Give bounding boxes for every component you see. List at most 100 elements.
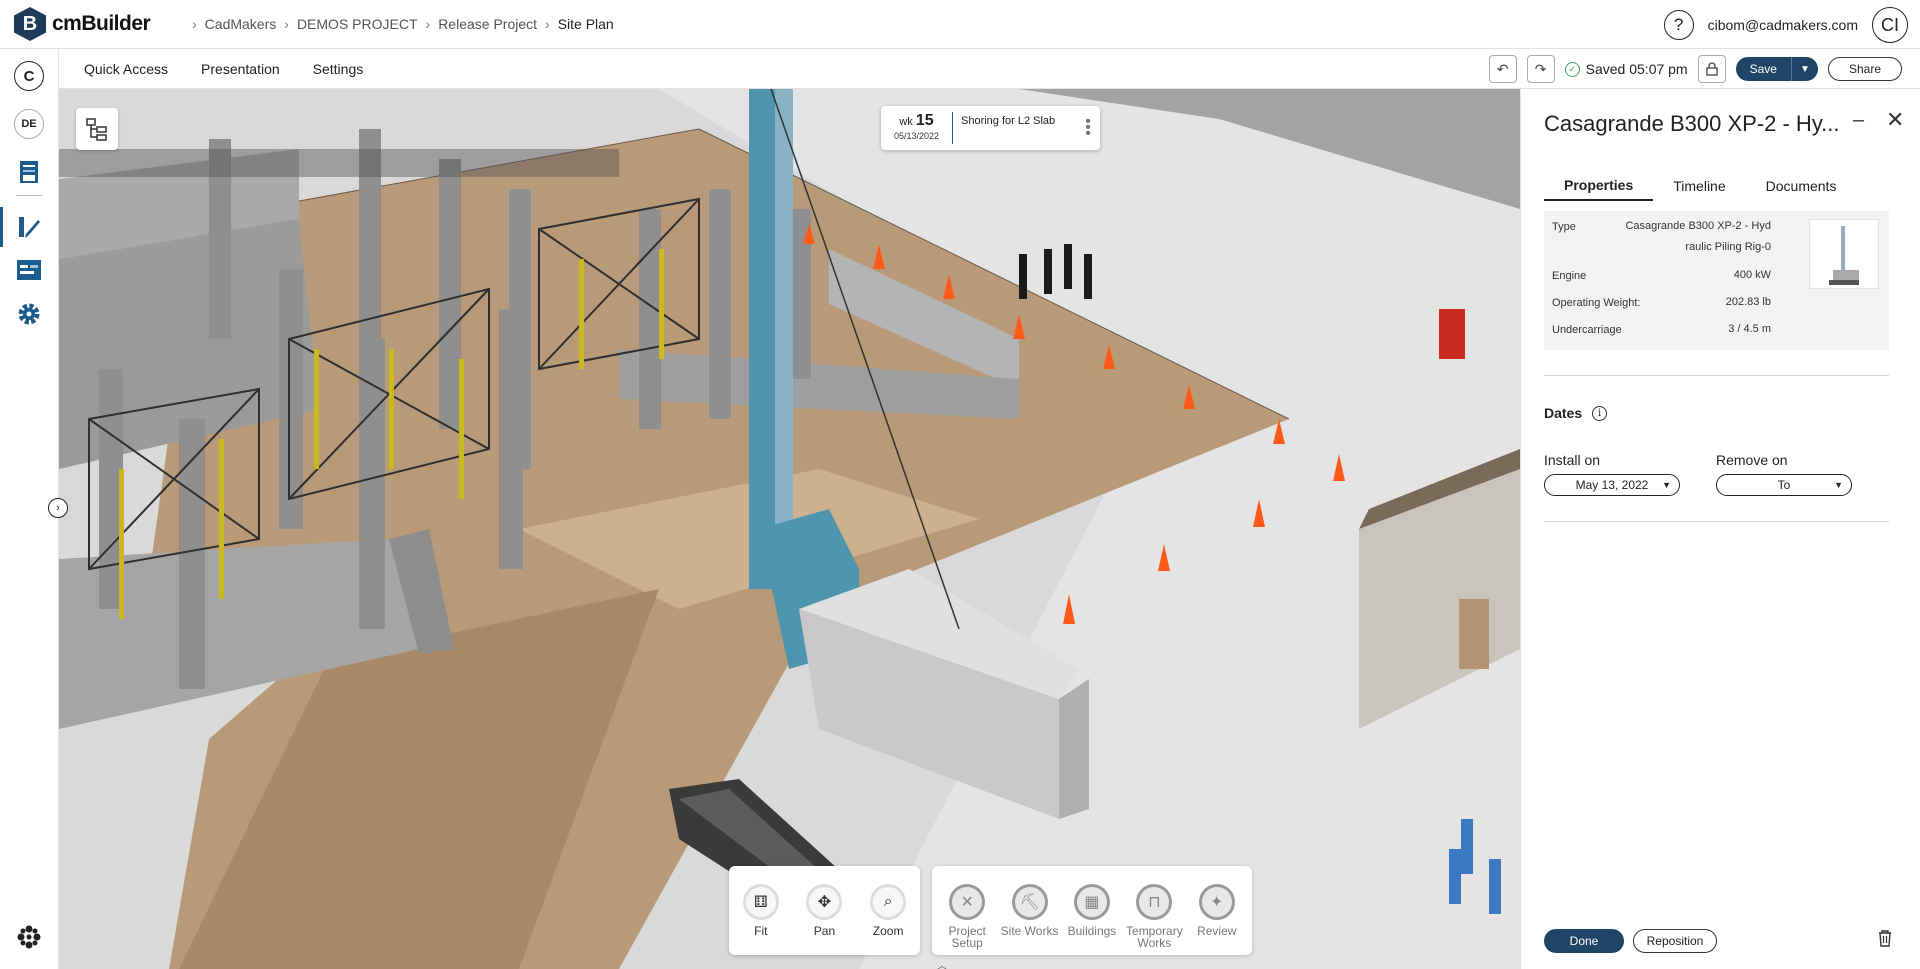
save-button-label[interactable]: Save	[1736, 57, 1792, 81]
activity-title: Shoring for L2 Slab	[961, 115, 1056, 127]
project-setup-tool[interactable]: ✕ Project Setup	[937, 884, 997, 955]
equipment-thumbnail	[1809, 219, 1879, 289]
help-icon[interactable]: ?	[1663, 10, 1694, 40]
share-button[interactable]: Share	[1827, 57, 1902, 81]
check-icon: ✓	[1564, 61, 1580, 77]
app-logo[interactable]: B cmBuilder	[14, 7, 164, 41]
remove-on-value: To	[1777, 478, 1791, 492]
chevron-right-icon[interactable]: ›	[48, 498, 68, 518]
tab-documents[interactable]: Documents	[1746, 171, 1857, 201]
breadcrumb-current: Site Plan	[557, 16, 614, 32]
3d-viewport[interactable]: wk 15 05/13/2022 Shoring for L2 Slab • • •…	[59, 89, 1520, 969]
project-badge-icon[interactable]: DE	[14, 109, 44, 139]
divider	[1544, 375, 1889, 376]
site-works-label: Site Works	[1000, 924, 1059, 938]
install-on-select[interactable]: May 13, 2022 ▼	[1544, 474, 1680, 496]
week-number: 15	[915, 112, 934, 129]
properties-panel: Casagrande B300 XP-2 - Hy... – ✕ Propert…	[1520, 89, 1920, 969]
site-works-tool[interactable]: ⛏ Site Works	[1000, 884, 1060, 955]
site-plan-icon[interactable]	[14, 212, 44, 242]
done-button[interactable]: Done	[1544, 929, 1624, 953]
dates-heading-text: Dates	[1544, 405, 1583, 421]
gear-icon[interactable]	[14, 299, 44, 329]
breadcrumb-item[interactable]: CadMakers	[205, 16, 277, 32]
avatar[interactable]: CI	[1872, 7, 1908, 43]
caret-down-icon: ▼	[1662, 480, 1671, 490]
document-icon[interactable]	[14, 157, 44, 187]
tab-timeline[interactable]: Timeline	[1653, 171, 1745, 201]
top-bar: B cmBuilder › CadMakers › DEMOS PROJECT …	[0, 0, 1920, 49]
pan-icon[interactable]: ✥	[806, 884, 843, 920]
review-tool[interactable]: ✦ Review	[1187, 884, 1247, 955]
type-value: Casagrande B300 XP-2 - Hyd raulic Piling…	[1625, 216, 1771, 258]
zoom-label: Zoom	[872, 924, 904, 938]
logo-badge: B	[14, 7, 46, 41]
more-vertical-icon[interactable]: • • •	[1082, 114, 1094, 142]
chevron-right-icon: ›	[545, 16, 550, 32]
tree-view-button[interactable]	[76, 108, 118, 150]
divider	[1544, 521, 1889, 522]
close-icon[interactable]: ✕	[1886, 107, 1904, 133]
apps-grid-icon[interactable]	[14, 922, 44, 952]
save-button[interactable]: Save ▼	[1735, 57, 1818, 81]
undercarriage-value: 3 / 4.5 m	[1728, 323, 1771, 335]
secondary-toolbar: Quick Access Presentation Settings ↶ ↷ ✓…	[59, 49, 1920, 89]
project-setup-label: Project Setup	[948, 924, 986, 950]
engine-label: Engine	[1552, 270, 1587, 282]
install-on-label: Install on	[1544, 452, 1601, 468]
redo-icon[interactable]: ↷	[1526, 55, 1555, 83]
chevron-right-icon: ›	[284, 16, 289, 32]
type-label: Type	[1552, 221, 1576, 233]
building-icon[interactable]: ▦	[1073, 884, 1110, 920]
menu-settings[interactable]: Settings	[313, 61, 364, 77]
lock-icon[interactable]	[1697, 55, 1726, 83]
tools-icon[interactable]: ✕	[949, 884, 986, 920]
user-area: ? cibom@cadmakers.com CI	[1663, 7, 1908, 43]
properties-table: Type Casagrande B300 XP-2 - Hyd raulic P…	[1544, 211, 1889, 350]
chevron-down-icon[interactable]: ▼	[1792, 57, 1818, 81]
fit-tool[interactable]: ⚅ Fit	[731, 884, 791, 955]
zoom-tool[interactable]: ⌕ Zoom	[858, 884, 918, 955]
minimize-icon[interactable]: –	[1853, 109, 1864, 132]
breadcrumb: › CadMakers › DEMOS PROJECT › Release Pr…	[184, 16, 614, 32]
crane-icon[interactable]: ⊓	[1136, 884, 1173, 920]
save-status-text: Saved 05:07 pm	[1585, 61, 1688, 77]
temporary-works-tool[interactable]: ⊓ Temporary Works	[1124, 884, 1184, 955]
week-indicator: wk 15 05/13/2022	[881, 112, 953, 144]
chevron-up-icon[interactable]: ︿	[937, 957, 947, 969]
save-status: ✓ Saved 05:07 pm	[1564, 61, 1688, 77]
weight-label: Operating Weight:	[1552, 297, 1641, 309]
company-icon[interactable]: C	[14, 61, 44, 91]
caret-down-icon: ▼	[1834, 480, 1843, 490]
undo-icon[interactable]: ↶	[1488, 55, 1517, 83]
remove-on-select[interactable]: To ▼	[1716, 474, 1852, 496]
install-on-value: May 13, 2022	[1575, 478, 1649, 492]
menu-presentation[interactable]: Presentation	[201, 61, 280, 77]
pan-label: Pan	[813, 924, 836, 938]
schedule-icon[interactable]	[14, 255, 44, 285]
review-icon[interactable]: ✦	[1198, 884, 1235, 920]
fit-label: Fit	[754, 924, 768, 938]
zoom-icon[interactable]: ⌕	[870, 884, 907, 920]
timeline-chip[interactable]: wk 15 05/13/2022 Shoring for L2 Slab • • •	[881, 106, 1100, 150]
info-icon[interactable]: i	[1592, 405, 1608, 421]
trash-icon[interactable]	[1877, 929, 1893, 952]
breadcrumb-item[interactable]: Release Project	[438, 16, 537, 32]
user-email[interactable]: cibom@cadmakers.com	[1708, 17, 1858, 33]
site-scene[interactable]	[59, 89, 1520, 969]
pan-tool[interactable]: ✥ Pan	[794, 884, 854, 955]
rail-divider	[16, 195, 42, 196]
breadcrumb-item[interactable]: DEMOS PROJECT	[297, 16, 418, 32]
type-value-line1: Casagrande B300 XP-2 - Hyd	[1625, 220, 1771, 232]
buildings-tool[interactable]: ▦ Buildings	[1062, 884, 1122, 955]
review-label: Review	[1197, 924, 1237, 938]
buildings-label: Buildings	[1067, 924, 1117, 938]
tab-properties[interactable]: Properties	[1544, 171, 1654, 201]
weight-value: 202.83 lb	[1725, 296, 1771, 308]
excavator-icon[interactable]: ⛏	[1011, 884, 1048, 920]
menu-quick-access[interactable]: Quick Access	[84, 61, 168, 77]
type-value-line2: raulic Piling Rig-0	[1685, 241, 1771, 253]
fit-icon[interactable]: ⚅	[742, 884, 779, 920]
remove-on-label: Remove on	[1716, 452, 1788, 468]
reposition-button[interactable]: Reposition	[1633, 929, 1717, 953]
